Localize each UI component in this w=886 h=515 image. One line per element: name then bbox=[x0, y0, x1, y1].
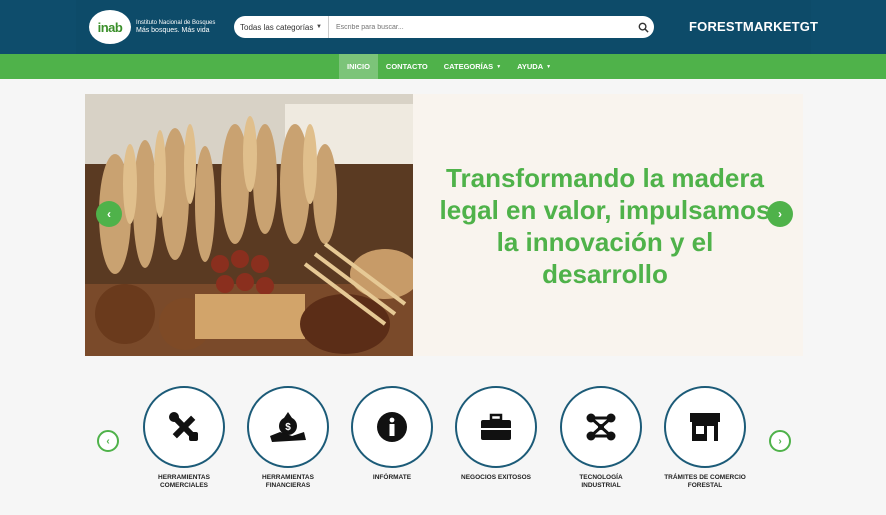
logo-badge: inab bbox=[89, 10, 131, 44]
category-circle: $ bbox=[247, 386, 329, 468]
search-input[interactable] bbox=[329, 17, 632, 37]
categories-next-button[interactable]: › bbox=[769, 430, 791, 452]
category-negocios-exitosos[interactable]: NEGOCIOS EXITOSOS bbox=[455, 386, 537, 482]
category-herramientas-financieras[interactable]: $ HERRAMIENTAS FINANCIERAS bbox=[247, 386, 329, 490]
category-informate[interactable]: INFÓRMATE bbox=[351, 386, 433, 482]
hero-image bbox=[85, 94, 413, 356]
category-label: TECNOLOGÍA INDUSTRIAL bbox=[579, 474, 623, 489]
search-category-select[interactable]: Todas las categorías ▼ bbox=[234, 16, 329, 38]
chevron-left-icon: ‹ bbox=[107, 207, 111, 221]
category-label: HERRAMIENTAS COMERCIALES bbox=[158, 474, 210, 489]
chevron-left-icon: ‹ bbox=[106, 435, 110, 447]
chevron-right-icon: › bbox=[778, 435, 782, 447]
network-nodes-icon bbox=[586, 413, 616, 441]
category-label: HERRAMIENTAS FINANCIERAS bbox=[262, 474, 314, 489]
chevron-down-icon: ▼ bbox=[316, 24, 322, 30]
category-circle bbox=[455, 386, 537, 468]
nav-item-label: CATEGORÍAS bbox=[443, 62, 494, 71]
nav-item-contacto[interactable]: CONTACTO bbox=[378, 54, 436, 79]
search-button[interactable] bbox=[632, 16, 654, 38]
category-label: NEGOCIOS EXITOSOS bbox=[461, 474, 531, 481]
chevron-right-icon: › bbox=[778, 207, 782, 221]
hero-carousel: Transformando la madera legal en valor, … bbox=[85, 94, 803, 356]
tools-icon bbox=[169, 412, 198, 441]
logo[interactable]: inab Instituto Nacional de Bosques Más b… bbox=[89, 10, 215, 44]
nav-item-label: INICIO bbox=[347, 62, 370, 71]
caret-down-icon: ▼ bbox=[546, 63, 552, 70]
money-bag-icon: $ bbox=[270, 412, 306, 442]
org-name: Instituto Nacional de Bosques bbox=[136, 20, 216, 26]
search-category-label: Todas las categorías bbox=[240, 22, 314, 32]
logo-caption: Instituto Nacional de Bosques Más bosque… bbox=[136, 19, 215, 35]
main-nav: INICIO CONTACTO CATEGORÍAS ▼ AYUDA ▼ bbox=[0, 54, 886, 79]
category-circle bbox=[351, 386, 433, 468]
logo-text: inab bbox=[97, 19, 123, 35]
hero-headline: Transformando la madera legal en valor, … bbox=[439, 163, 771, 289]
category-herramientas-comerciales[interactable]: HERRAMIENTAS COMERCIALES bbox=[143, 386, 225, 490]
nav-item-label: AYUDA bbox=[517, 62, 544, 71]
categories-prev-button[interactable]: ‹ bbox=[97, 430, 119, 452]
svg-text:$: $ bbox=[285, 422, 291, 433]
wooden-crafts-image bbox=[85, 94, 413, 356]
hero-prev-button[interactable]: ‹ bbox=[96, 201, 122, 227]
nav-item-inicio[interactable]: INICIO bbox=[339, 54, 378, 79]
storefront-icon bbox=[690, 413, 720, 441]
brand-title[interactable]: FORESTMARKETGT bbox=[689, 19, 818, 34]
info-icon bbox=[377, 412, 407, 442]
search-bar: Todas las categorías ▼ bbox=[234, 16, 654, 38]
nav-item-categorias[interactable]: CATEGORÍAS ▼ bbox=[436, 54, 509, 79]
search-icon bbox=[638, 22, 649, 33]
hero-next-button[interactable]: › bbox=[767, 201, 793, 227]
category-label: INFÓRMATE bbox=[372, 474, 412, 481]
nav-item-ayuda[interactable]: AYUDA ▼ bbox=[509, 54, 559, 79]
nav-item-label: CONTACTO bbox=[385, 62, 428, 71]
category-label: TRÁMITES DE COMERCIO FORESTAL bbox=[664, 474, 746, 489]
category-circle bbox=[560, 386, 642, 468]
category-circle bbox=[664, 386, 746, 468]
org-tagline: Más bosques. Más vida bbox=[136, 27, 210, 34]
caret-down-icon: ▼ bbox=[496, 63, 502, 70]
briefcase-icon bbox=[481, 413, 511, 440]
category-circle bbox=[143, 386, 225, 468]
category-tecnologia-industrial[interactable]: TECNOLOGÍA INDUSTRIAL bbox=[560, 386, 642, 490]
category-tramites-comercio-forestal[interactable]: TRÁMITES DE COMERCIO FORESTAL bbox=[664, 386, 746, 490]
